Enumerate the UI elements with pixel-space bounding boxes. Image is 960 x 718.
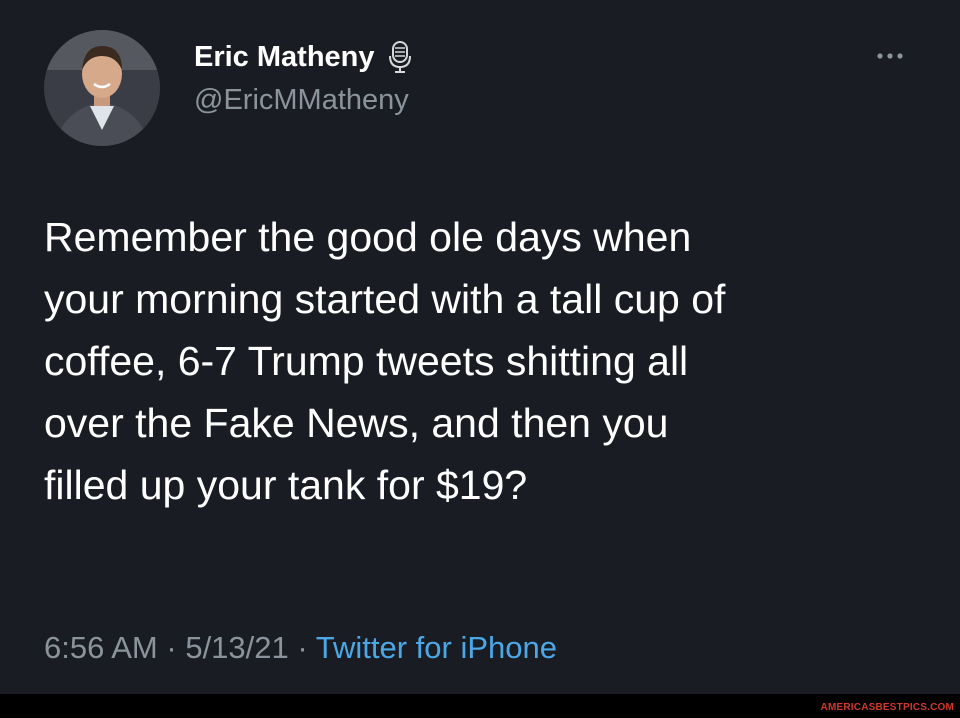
avatar[interactable]: [44, 30, 160, 146]
profile-photo-icon: [44, 30, 160, 146]
tweet-source-link[interactable]: Twitter for iPhone: [316, 630, 557, 665]
microphone-icon: [387, 40, 413, 74]
tweet-date[interactable]: 5/13/21: [185, 630, 288, 665]
tweet-body: Remember the good ole days when your mor…: [44, 206, 924, 516]
tweet-body-line: coffee, 6-7 Trump tweets shitting all: [44, 338, 689, 384]
tweet-body-line: your morning started with a tall cup of: [44, 276, 726, 322]
watermark: AMERICASBESTPICS.COM: [820, 702, 954, 713]
author-name-row: Eric Matheny: [194, 40, 413, 74]
tweet-body-line: Remember the good ole days when: [44, 214, 692, 260]
meta-separator: ·: [166, 630, 177, 665]
tweet-time[interactable]: 6:56 AM: [44, 630, 158, 665]
more-options-icon[interactable]: [872, 48, 908, 64]
author-handle[interactable]: @EricMMatheny: [194, 84, 409, 117]
tweet-meta: 6:56 AM · 5/13/21 · Twitter for iPhone: [44, 630, 557, 666]
meta-separator: ·: [297, 630, 308, 665]
author-display-name[interactable]: Eric Matheny: [194, 41, 375, 74]
tweet-body-line: filled up your tank for $19?: [44, 462, 528, 508]
tweet-body-line: over the Fake News, and then you: [44, 400, 669, 446]
tweet-card: Eric Matheny @EricMMatheny Remember the …: [0, 0, 960, 694]
